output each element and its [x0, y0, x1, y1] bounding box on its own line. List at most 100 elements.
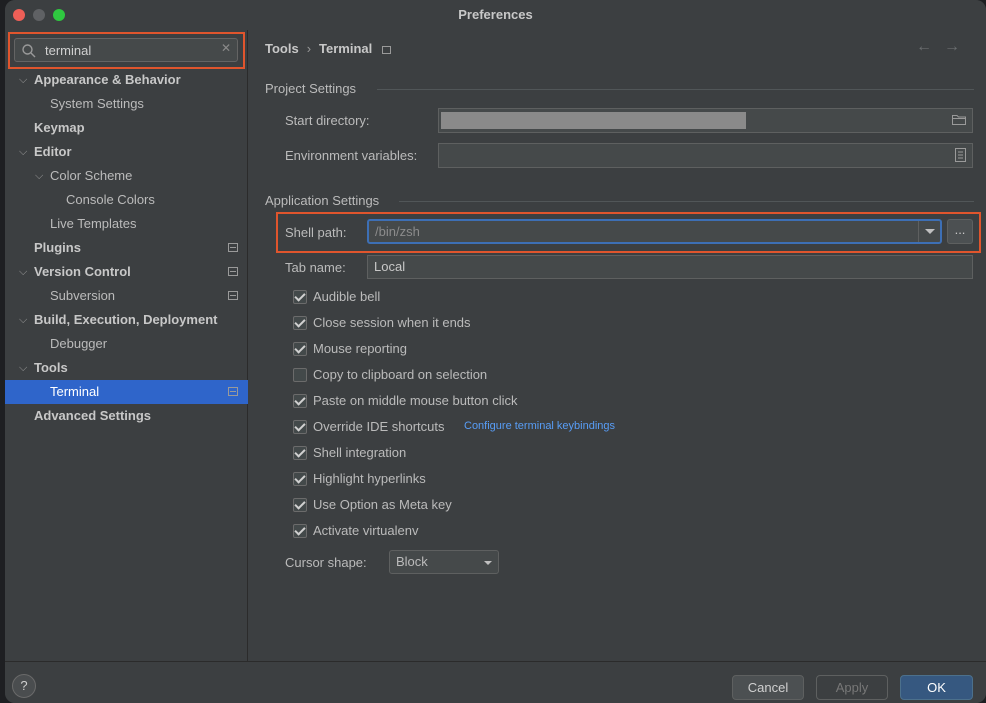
document-icon[interactable]: [955, 148, 966, 162]
start-directory-field[interactable]: [438, 108, 973, 133]
project-level-icon: [228, 267, 238, 276]
checkbox-checked-icon[interactable]: [293, 290, 307, 304]
checkbox-unchecked-icon[interactable]: [293, 368, 307, 382]
tab-name-value[interactable]: Local: [374, 259, 405, 274]
project-settings-title: Project Settings: [265, 81, 357, 96]
preferences-dialog: Preferences ✕ ⌵Appearance & BehaviorSyst…: [5, 0, 986, 703]
sidebar-item-label: Live Templates: [50, 216, 137, 231]
sidebar-item-label: Color Scheme: [50, 168, 133, 183]
breadcrumb-parent[interactable]: Tools: [265, 41, 299, 56]
chevron-down-icon[interactable]: ⌵: [19, 308, 31, 332]
start-directory-value-redacted: [441, 112, 746, 129]
chevron-down-icon[interactable]: ⌵: [19, 140, 31, 164]
sidebar-item-label: System Settings: [50, 96, 144, 111]
navigation-arrows: ←→: [916, 38, 972, 56]
sidebar-item[interactable]: ⌵ Editor: [5, 140, 248, 164]
checkbox-checked-icon[interactable]: [293, 394, 307, 408]
sidebar-item[interactable]: ⌵ Color Scheme: [5, 164, 248, 188]
checkbox-label[interactable]: Copy to clipboard on selection: [313, 365, 487, 385]
shell-path-value[interactable]: /bin/zsh: [375, 224, 420, 239]
ok-button[interactable]: OK: [900, 675, 973, 700]
sidebar-item-label: Keymap: [34, 120, 85, 135]
shell-path-label: Shell path:: [285, 225, 347, 240]
tab-name-field[interactable]: Local: [367, 255, 973, 279]
settings-sidebar: ✕ ⌵Appearance & BehaviorSystem SettingsK…: [5, 30, 248, 661]
sidebar-item-label: Build, Execution, Deployment: [34, 312, 218, 327]
chevron-down-icon: [484, 561, 492, 565]
chevron-down-icon[interactable]: ⌵: [19, 68, 31, 92]
sidebar-item[interactable]: ⌵ Appearance & Behavior: [5, 68, 248, 92]
shell-path-combobox[interactable]: /bin/zsh: [367, 219, 942, 244]
sidebar-item[interactable]: Plugins: [5, 236, 248, 260]
checkbox-label[interactable]: Use Option as Meta key: [313, 495, 452, 515]
project-level-icon: [228, 243, 238, 252]
checkbox-checked-icon[interactable]: [293, 472, 307, 486]
sidebar-item-label: Terminal: [50, 384, 100, 399]
cancel-button[interactable]: Cancel: [732, 675, 804, 700]
clear-search-icon[interactable]: ✕: [221, 41, 231, 55]
sidebar-item[interactable]: Subversion: [5, 284, 248, 308]
chevron-down-icon[interactable]: ⌵: [35, 164, 47, 188]
search-icon: [22, 44, 36, 58]
sidebar-item-label: Appearance & Behavior: [34, 72, 181, 87]
environment-variables-label: Environment variables:: [285, 148, 418, 163]
dialog-footer: Cancel Apply OK: [5, 661, 986, 703]
sidebar-item-label: Tools: [34, 360, 68, 375]
breadcrumb-current: Terminal: [319, 41, 373, 56]
sidebar-item[interactable]: Live Templates: [5, 212, 248, 236]
sidebar-item-label: Advanced Settings: [34, 408, 152, 423]
sidebar-item[interactable]: System Settings: [5, 92, 248, 116]
project-level-icon: [228, 387, 238, 396]
checkbox-label[interactable]: Shell integration: [313, 443, 406, 463]
sidebar-item[interactable]: ⌵ Tools: [5, 356, 248, 380]
sidebar-item-label: Subversion: [50, 288, 116, 303]
sidebar-item[interactable]: Debugger: [5, 332, 248, 356]
checkbox-checked-icon[interactable]: [293, 342, 307, 356]
sidebar-item[interactable]: ⌵ Version Control: [5, 260, 248, 284]
folder-icon[interactable]: [952, 114, 966, 125]
sidebar-item-label: Console Colors: [66, 192, 155, 207]
checkbox-label[interactable]: Activate virtualenv: [313, 521, 419, 541]
sidebar-item[interactable]: Advanced Settings: [5, 404, 248, 428]
chevron-down-icon[interactable]: ⌵: [19, 260, 31, 284]
help-button[interactable]: ?: [12, 674, 36, 698]
checkbox-label[interactable]: Highlight hyperlinks: [313, 469, 426, 489]
checkbox-label[interactable]: Close session when it ends: [313, 313, 471, 333]
tab-name-label: Tab name:: [285, 260, 346, 275]
sidebar-item-label: Debugger: [50, 336, 108, 351]
application-settings-title: Application Settings: [265, 193, 380, 208]
checkbox-checked-icon[interactable]: [293, 446, 307, 460]
checkbox-label[interactable]: Override IDE shortcuts: [313, 417, 445, 437]
sidebar-item-label: Plugins: [34, 240, 81, 255]
chevron-down-icon[interactable]: ⌵: [19, 356, 31, 380]
cursor-shape-label: Cursor shape:: [285, 555, 367, 570]
window-title: Preferences: [458, 7, 533, 22]
forward-arrow-icon[interactable]: →: [944, 38, 972, 55]
environment-variables-field[interactable]: [438, 143, 973, 168]
configure-keybindings-link[interactable]: Configure terminal keybindings: [464, 420, 615, 432]
cursor-shape-select[interactable]: Block: [389, 550, 499, 574]
start-directory-label: Start directory:: [285, 113, 370, 128]
apply-button[interactable]: Apply: [816, 675, 888, 700]
terminal-settings-panel: Tools › Terminal ←→ Project Settings Start…: [249, 30, 986, 661]
settings-tree: ⌵ Appearance & Behavior System Settings Key…: [5, 68, 248, 428]
checkbox-checked-icon[interactable]: [293, 316, 307, 330]
search-input[interactable]: [45, 41, 215, 59]
checkbox-label[interactable]: Mouse reporting: [313, 339, 407, 359]
browse-shell-button[interactable]: ...: [947, 219, 973, 244]
checkbox-checked-icon[interactable]: [293, 524, 307, 538]
title-bar: Preferences: [5, 0, 986, 30]
chevron-down-icon[interactable]: [918, 221, 940, 242]
sidebar-item[interactable]: ⌵ Build, Execution, Deployment: [5, 308, 248, 332]
project-level-icon: [228, 291, 238, 300]
checkbox-checked-icon[interactable]: [293, 420, 307, 434]
sidebar-item[interactable]: Console Colors: [5, 188, 248, 212]
checkbox-label[interactable]: Audible bell: [313, 287, 380, 307]
back-arrow-icon[interactable]: ←: [916, 38, 944, 55]
checkbox-label[interactable]: Paste on middle mouse button click: [313, 391, 518, 411]
checkbox-checked-icon[interactable]: [293, 498, 307, 512]
sidebar-item[interactable]: Terminal: [5, 380, 248, 404]
sidebar-item[interactable]: Keymap: [5, 116, 248, 140]
section-divider: [377, 89, 974, 90]
search-field[interactable]: ✕: [14, 38, 238, 62]
